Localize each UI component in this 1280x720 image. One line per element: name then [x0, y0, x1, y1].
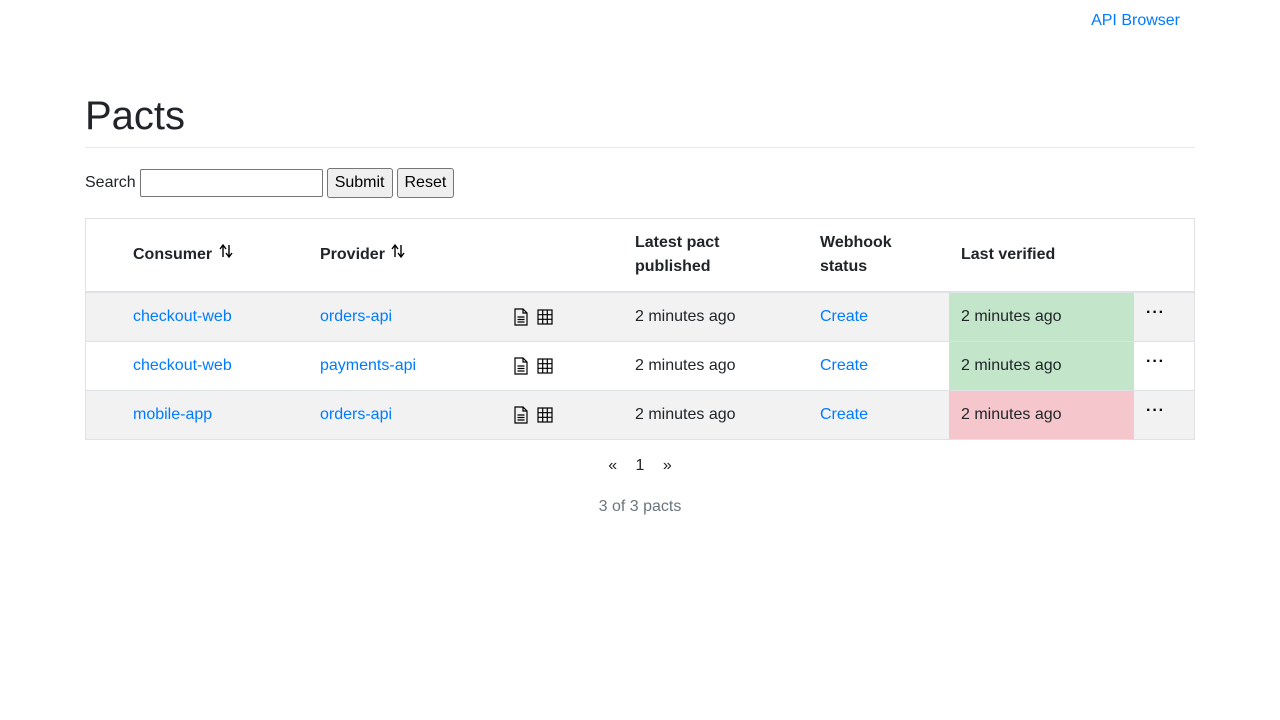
pagination-prev[interactable]: «	[608, 457, 617, 474]
table-row: checkout-web payments-api 2 minutes ago …	[86, 341, 1194, 391]
provider-link[interactable]: payments-api	[320, 357, 416, 374]
header-provider[interactable]: Provider	[308, 219, 501, 293]
pagination-page[interactable]: 1	[636, 457, 645, 474]
header-provider-label: Provider	[320, 246, 385, 263]
pact-count: 3 of 3 pacts	[598, 498, 682, 515]
pacts-table: Consumer Provider Latest pact published …	[86, 219, 1194, 439]
more-icon[interactable]: ···	[1146, 402, 1165, 419]
webhook-create-link[interactable]: Create	[820, 357, 868, 374]
document-icon[interactable]	[513, 356, 529, 380]
pacts-table-container: Consumer Provider Latest pact published …	[85, 218, 1195, 440]
consumer-link[interactable]: checkout-web	[133, 308, 232, 325]
last-verified-cell: 2 minutes ago	[949, 390, 1134, 439]
pact-icons	[513, 304, 611, 331]
published-time: 2 minutes ago	[623, 292, 808, 342]
api-browser-link[interactable]: API Browser	[1091, 12, 1180, 29]
webhook-create-link[interactable]: Create	[820, 308, 868, 325]
consumer-link[interactable]: mobile-app	[133, 406, 212, 423]
consumer-link[interactable]: checkout-web	[133, 357, 232, 374]
search-label: Search	[85, 174, 136, 191]
sort-icon[interactable]	[219, 243, 233, 267]
row-spacer	[86, 341, 121, 391]
header-consumer-label: Consumer	[133, 246, 213, 263]
header-spacer	[86, 219, 121, 293]
pagination: « 1 »	[85, 457, 1195, 475]
search-input[interactable]	[139, 169, 323, 197]
document-icon[interactable]	[513, 405, 529, 429]
header-actions	[1134, 219, 1194, 293]
header-webhook-status: Webhook status	[808, 219, 949, 293]
row-spacer	[86, 292, 121, 342]
table-header-row: Consumer Provider Latest pact published …	[86, 219, 1194, 293]
matrix-icon[interactable]	[537, 357, 553, 379]
top-nav: API Browser	[1091, 12, 1180, 30]
title-divider	[85, 147, 1195, 148]
pagination-next[interactable]: »	[663, 457, 672, 474]
provider-link[interactable]: orders-api	[320, 308, 392, 325]
table-row: mobile-app orders-api 2 minutes ago Crea…	[86, 390, 1194, 439]
header-latest-pact: Latest pact published	[623, 219, 808, 293]
pact-icons	[513, 353, 611, 380]
header-consumer[interactable]: Consumer	[121, 219, 308, 293]
last-verified-cell: 2 minutes ago	[949, 341, 1134, 391]
matrix-icon[interactable]	[537, 406, 553, 428]
more-icon[interactable]: ···	[1146, 304, 1165, 321]
header-docs	[501, 219, 623, 293]
pact-icons	[513, 402, 611, 429]
submit-button[interactable]: Submit	[326, 168, 393, 198]
webhook-create-link[interactable]: Create	[820, 406, 868, 423]
matrix-icon[interactable]	[537, 308, 553, 330]
document-icon[interactable]	[513, 307, 529, 331]
last-verified-cell: 2 minutes ago	[949, 292, 1134, 342]
header-last-verified: Last verified	[949, 219, 1134, 293]
page-title: Pacts	[85, 94, 186, 138]
sort-icon[interactable]	[391, 243, 405, 267]
published-time: 2 minutes ago	[623, 390, 808, 439]
row-spacer	[86, 390, 121, 439]
search-form: Search Submit Reset	[85, 168, 458, 198]
published-time: 2 minutes ago	[623, 341, 808, 391]
provider-link[interactable]: orders-api	[320, 406, 392, 423]
reset-button[interactable]: Reset	[396, 168, 455, 198]
table-row: checkout-web orders-api 2 minutes ago Cr…	[86, 292, 1194, 342]
more-icon[interactable]: ···	[1146, 353, 1165, 370]
